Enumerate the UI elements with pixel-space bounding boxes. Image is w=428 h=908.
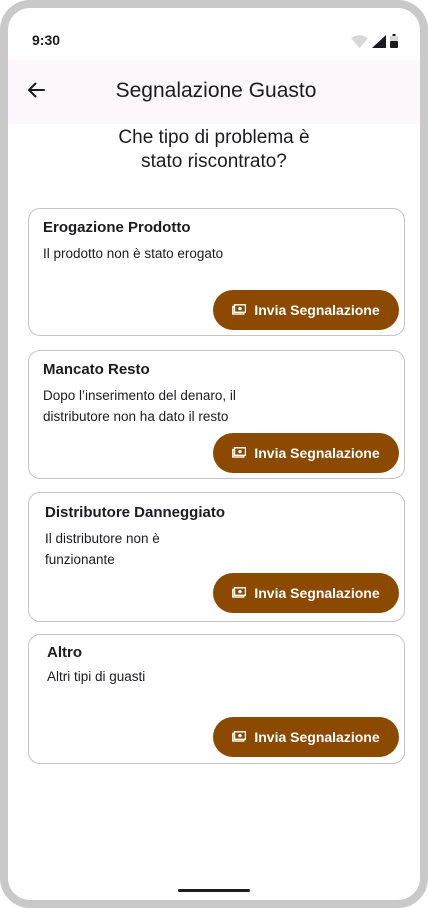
phone-frame: 9:30 Segnalazione Guasto Che tipo di pro… <box>0 0 428 908</box>
send-report-button[interactable]: Invia Segnalazione <box>213 717 399 757</box>
card-title: Altro <box>47 644 82 661</box>
wifi-icon <box>351 35 368 53</box>
status-time: 9:30 <box>32 32 61 48</box>
question-line-2: stato riscontrato? <box>141 151 287 172</box>
page-title: Segnalazione Guasto <box>115 79 317 102</box>
money-icon <box>232 445 247 461</box>
status-bar: 9:30 <box>8 8 420 60</box>
send-report-label: Invia Segnalazione <box>254 585 380 601</box>
send-report-button[interactable]: Invia Segnalazione <box>213 290 399 330</box>
money-icon <box>232 585 247 601</box>
app-bar: Segnalazione Guasto <box>8 60 420 124</box>
card-description: Il prodotto non è stato erogato <box>43 246 224 261</box>
question-line-1: Che tipo di problema è <box>118 127 310 148</box>
issue-card-altro: Altro Altri tipi di guasti Invia Segnala… <box>28 634 405 764</box>
card-description: Altri tipi di guasti <box>47 669 146 684</box>
send-report-label: Invia Segnalazione <box>254 729 380 745</box>
card-description: Dopo l’inserimento del denaro, il distri… <box>43 388 236 424</box>
issue-card-distributore-danneggiato: Distributore Danneggiato Il distributore… <box>28 492 405 622</box>
money-icon <box>232 729 247 745</box>
signal-icon <box>372 35 386 53</box>
card-title: Erogazione Prodotto <box>43 219 191 236</box>
question-heading: Che tipo di problema è stato riscontrato… <box>48 126 380 174</box>
card-title: Mancato Resto <box>43 361 150 378</box>
issue-card-mancato-resto: Mancato Resto Dopo l’inserimento del den… <box>28 350 405 479</box>
send-report-button[interactable]: Invia Segnalazione <box>213 433 399 473</box>
status-icons <box>351 34 398 53</box>
money-icon <box>232 302 247 318</box>
home-indicator[interactable] <box>178 889 250 892</box>
issue-card-erogazione: Erogazione Prodotto Il prodotto non è st… <box>28 208 405 336</box>
send-report-label: Invia Segnalazione <box>254 445 380 461</box>
card-description: Il distributore non è funzionante <box>45 531 160 567</box>
send-report-button[interactable]: Invia Segnalazione <box>213 573 399 613</box>
send-report-label: Invia Segnalazione <box>254 302 380 318</box>
battery-icon <box>390 34 398 53</box>
card-title: Distributore Danneggiato <box>45 504 226 521</box>
